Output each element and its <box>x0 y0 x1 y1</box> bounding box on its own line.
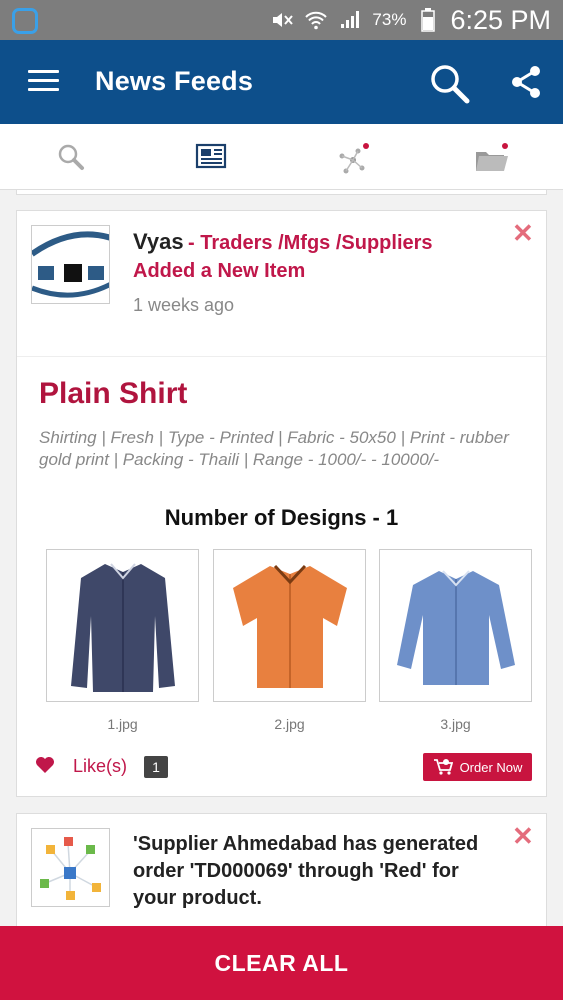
tab-folder[interactable] <box>474 142 510 172</box>
search-icon <box>58 144 84 170</box>
product-specs: Shirting | Fresh | Type - Printed | Fabr… <box>39 428 509 469</box>
timestamp: 1 weeks ago <box>133 295 235 315</box>
share-icon[interactable] <box>508 64 544 100</box>
search-icon[interactable] <box>428 62 472 106</box>
design-item[interactable]: 1.jpg <box>46 549 199 732</box>
status-right: 73% 6:25 PM <box>270 0 551 40</box>
likes-label[interactable]: Like(s) <box>73 756 127 777</box>
newspaper-icon <box>195 143 227 169</box>
previous-card-edge <box>16 190 547 195</box>
shirt-image <box>396 569 515 685</box>
design-image[interactable] <box>379 549 532 702</box>
feed-list[interactable]: Vyas - Traders /Mfgs /Suppliers Added a … <box>0 190 563 926</box>
tab-network[interactable] <box>336 142 372 174</box>
design-item[interactable]: 2.jpg <box>213 549 366 732</box>
poster-name[interactable]: Vyas <box>133 229 184 254</box>
battery-percentage: 73% <box>372 10 407 29</box>
cart-icon <box>433 759 453 775</box>
poster-thumbnail[interactable] <box>31 225 110 304</box>
product-title[interactable]: Plain Shirt <box>39 377 187 411</box>
app-bar: News Feeds <box>0 40 563 124</box>
design-caption: 3.jpg <box>440 716 471 732</box>
design-image[interactable] <box>46 549 199 702</box>
close-icon[interactable]: ✕ <box>512 823 534 849</box>
order-now-label: Order Now <box>459 759 523 775</box>
design-image[interactable] <box>213 549 366 702</box>
mute-icon <box>270 8 294 32</box>
network-icon <box>339 143 369 174</box>
feed-header: 'Supplier Ahmedabad has generated order … <box>133 832 503 913</box>
likes-count-badge: 1 <box>144 756 168 778</box>
network-thumbnail[interactable] <box>31 828 110 907</box>
order-now-button[interactable]: Order Now <box>423 753 532 781</box>
design-caption: 2.jpg <box>274 716 305 732</box>
clear-all-button[interactable]: CLEAR ALL <box>0 926 563 1000</box>
clock: 6:25 PM <box>450 4 551 35</box>
page-title: News Feeds <box>95 66 254 96</box>
design-caption: 1.jpg <box>107 716 138 732</box>
feed-header: Vyas - Traders /Mfgs /Suppliers Added a … <box>133 229 513 286</box>
shirt-image <box>232 564 347 688</box>
close-icon[interactable]: ✕ <box>512 220 534 246</box>
menu-icon[interactable] <box>28 70 59 92</box>
heart-icon[interactable] <box>35 756 55 774</box>
feed-card[interactable]: Vyas - Traders /Mfgs /Suppliers Added a … <box>16 210 547 797</box>
feed-action: Added a New Item <box>133 260 306 282</box>
designs-heading: Number of Designs - 1 <box>164 505 399 530</box>
battery-icon <box>416 8 440 32</box>
shirt-image <box>70 562 175 692</box>
poster-category: - Traders /Mfgs /Suppliers <box>188 232 433 254</box>
folder-icon <box>476 143 508 171</box>
app-notification-icon <box>12 8 38 34</box>
signal-icon <box>338 8 362 32</box>
feed-card[interactable]: 'Supplier Ahmedabad has generated order … <box>16 813 547 926</box>
tab-bar <box>0 124 563 190</box>
divider <box>17 356 546 357</box>
order-notice: 'Supplier Ahmedabad has generated order … <box>133 833 479 909</box>
tab-news[interactable] <box>194 142 230 172</box>
status-bar: 73% 6:25 PM <box>0 0 563 40</box>
tab-search[interactable] <box>56 142 92 172</box>
design-item[interactable]: 3.jpg <box>379 549 532 732</box>
wifi-icon <box>304 8 328 32</box>
